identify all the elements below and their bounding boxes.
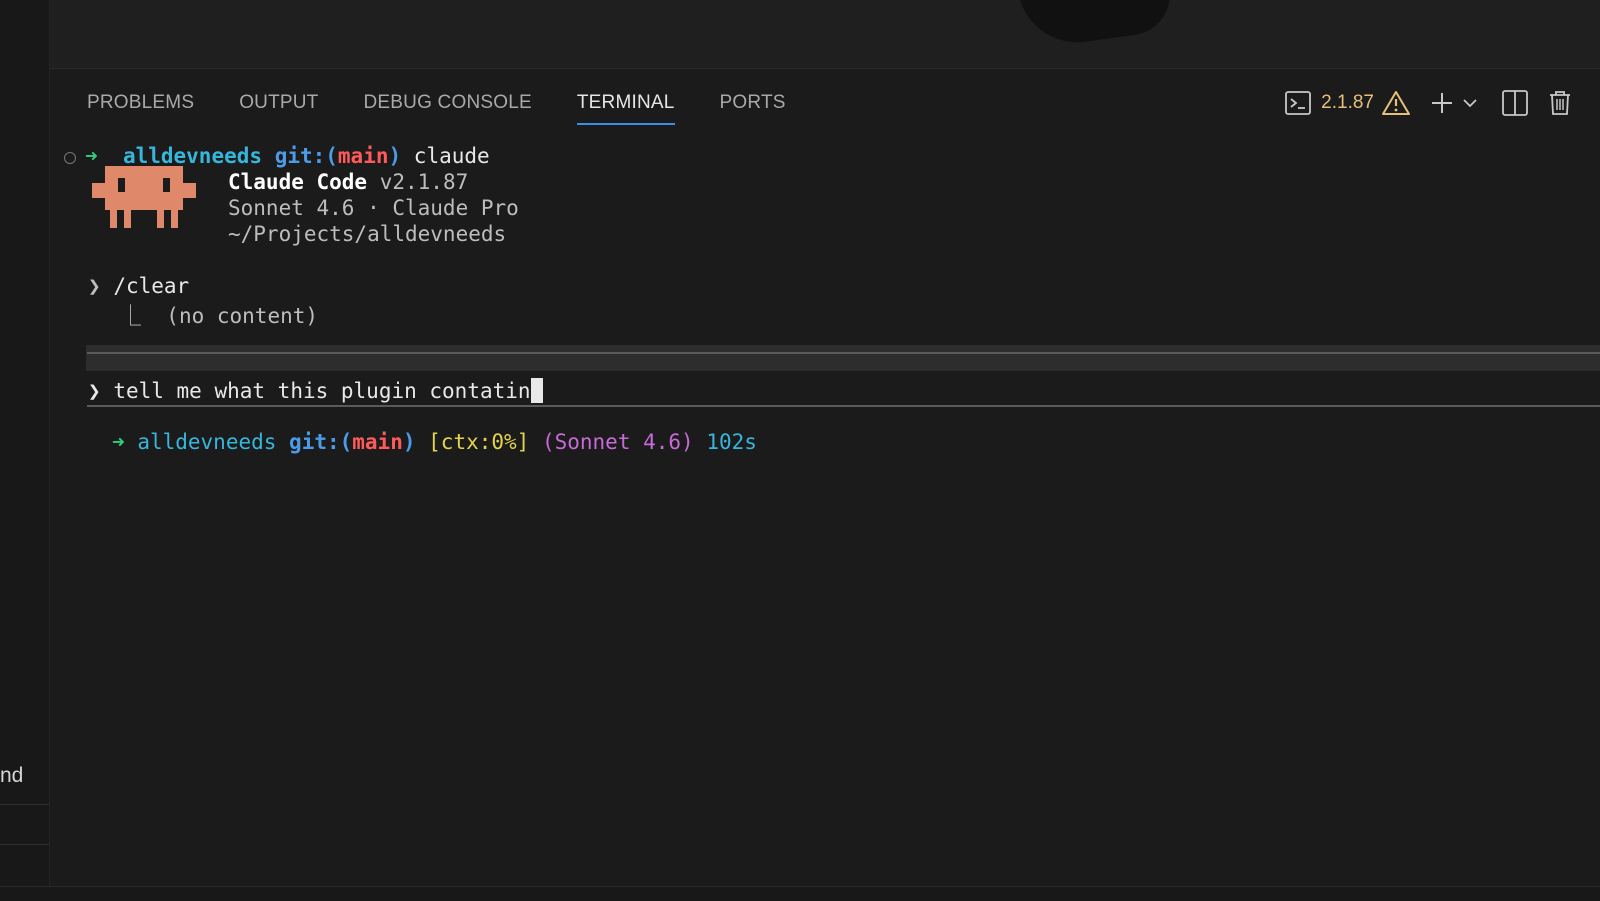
history-command: /clear (113, 274, 190, 298)
product-version: v2.1.87 (379, 170, 469, 194)
history-result: (no content) (166, 304, 319, 328)
history-command-line: ❯ /clear (88, 274, 189, 298)
claude-mascot-icon (92, 166, 196, 228)
status-git-prefix: git:( (289, 430, 353, 454)
banner-title: Claude Code v2.1.87 (228, 170, 468, 194)
git-branch: main (337, 144, 389, 168)
git-suffix: ) (388, 144, 402, 168)
status-dir: alldevneeds (137, 430, 277, 454)
chevron-icon: ❯ (88, 274, 101, 298)
prompt-command: claude (413, 144, 490, 168)
tab-output[interactable]: OUTPUT (239, 92, 318, 125)
editor-shape (1015, 0, 1175, 51)
left-sidebar: nd (0, 0, 50, 886)
split-terminal-button[interactable] (1502, 90, 1528, 116)
banner-path: ~/Projects/alldevneeds (228, 222, 507, 246)
status-line: ➜ alldevneeds git:(main) [ctx:0%] (Sonne… (112, 430, 757, 454)
chevron-down-icon (1463, 99, 1477, 108)
input-bottom-rule (87, 405, 1600, 407)
sidebar-partial-text: nd (0, 764, 24, 787)
new-terminal-button[interactable] (1430, 91, 1454, 115)
product-name: Claude Code (228, 170, 368, 194)
panel-toolbar: 2.1.87 (1285, 89, 1572, 117)
command-status-icon (64, 152, 76, 164)
history-result-line: ⎿ (no content) (120, 300, 318, 330)
split-icon (1502, 90, 1528, 116)
kill-terminal-button[interactable] (1548, 90, 1572, 116)
status-elapsed: 102s (706, 430, 757, 454)
terminal-dropdown-button[interactable] (1462, 97, 1478, 109)
status-git-suffix: ) (402, 430, 416, 454)
git-prefix: git:( (274, 144, 338, 168)
plus-icon (1432, 93, 1452, 113)
prompt-arrow: ➜ (85, 144, 98, 168)
status-bar (0, 886, 1600, 901)
bottom-panel: PROBLEMS OUTPUT DEBUG CONSOLE TERMINAL P… (50, 68, 1600, 887)
trash-icon (1550, 91, 1570, 115)
sidebar-divider (0, 844, 49, 845)
panel-tabs: PROBLEMS OUTPUT DEBUG CONSOLE TERMINAL P… (87, 92, 831, 125)
warning-icon (1382, 91, 1410, 115)
terminal-icon (1285, 91, 1312, 115)
history-highlight (86, 345, 1600, 371)
text-cursor (530, 378, 543, 403)
banner-model-plan: Sonnet 4.6 · Claude Pro (228, 196, 519, 220)
tab-ports[interactable]: PORTS (720, 92, 786, 125)
prompt-line: ➜ alldevneeds git:(main) claude (85, 144, 490, 168)
input-chevron: ❯ (88, 379, 101, 403)
status-git-branch: main (352, 430, 403, 454)
input-line[interactable]: ❯ tell me what this plugin contatin (88, 378, 543, 403)
tab-debug-console[interactable]: DEBUG CONSOLE (364, 92, 532, 125)
tab-terminal[interactable]: TERMINAL (576, 92, 675, 125)
terminal-version: 2.1.87 (1321, 92, 1374, 113)
tab-problems[interactable]: PROBLEMS (87, 92, 194, 125)
input-top-rule (87, 352, 1600, 354)
status-arrow: ➜ (112, 430, 125, 454)
terminal-instance-button[interactable]: 2.1.87 (1285, 90, 1410, 116)
status-context: [ctx:0%] (428, 430, 530, 454)
prompt-input[interactable]: tell me what this plugin contatin (113, 379, 530, 403)
sidebar-divider (0, 804, 49, 805)
result-branch-icon: ⎿ (120, 304, 141, 328)
editor-area (50, 0, 1600, 68)
status-model: (Sonnet 4.6) (541, 430, 694, 454)
prompt-dir: alldevneeds (122, 144, 263, 168)
